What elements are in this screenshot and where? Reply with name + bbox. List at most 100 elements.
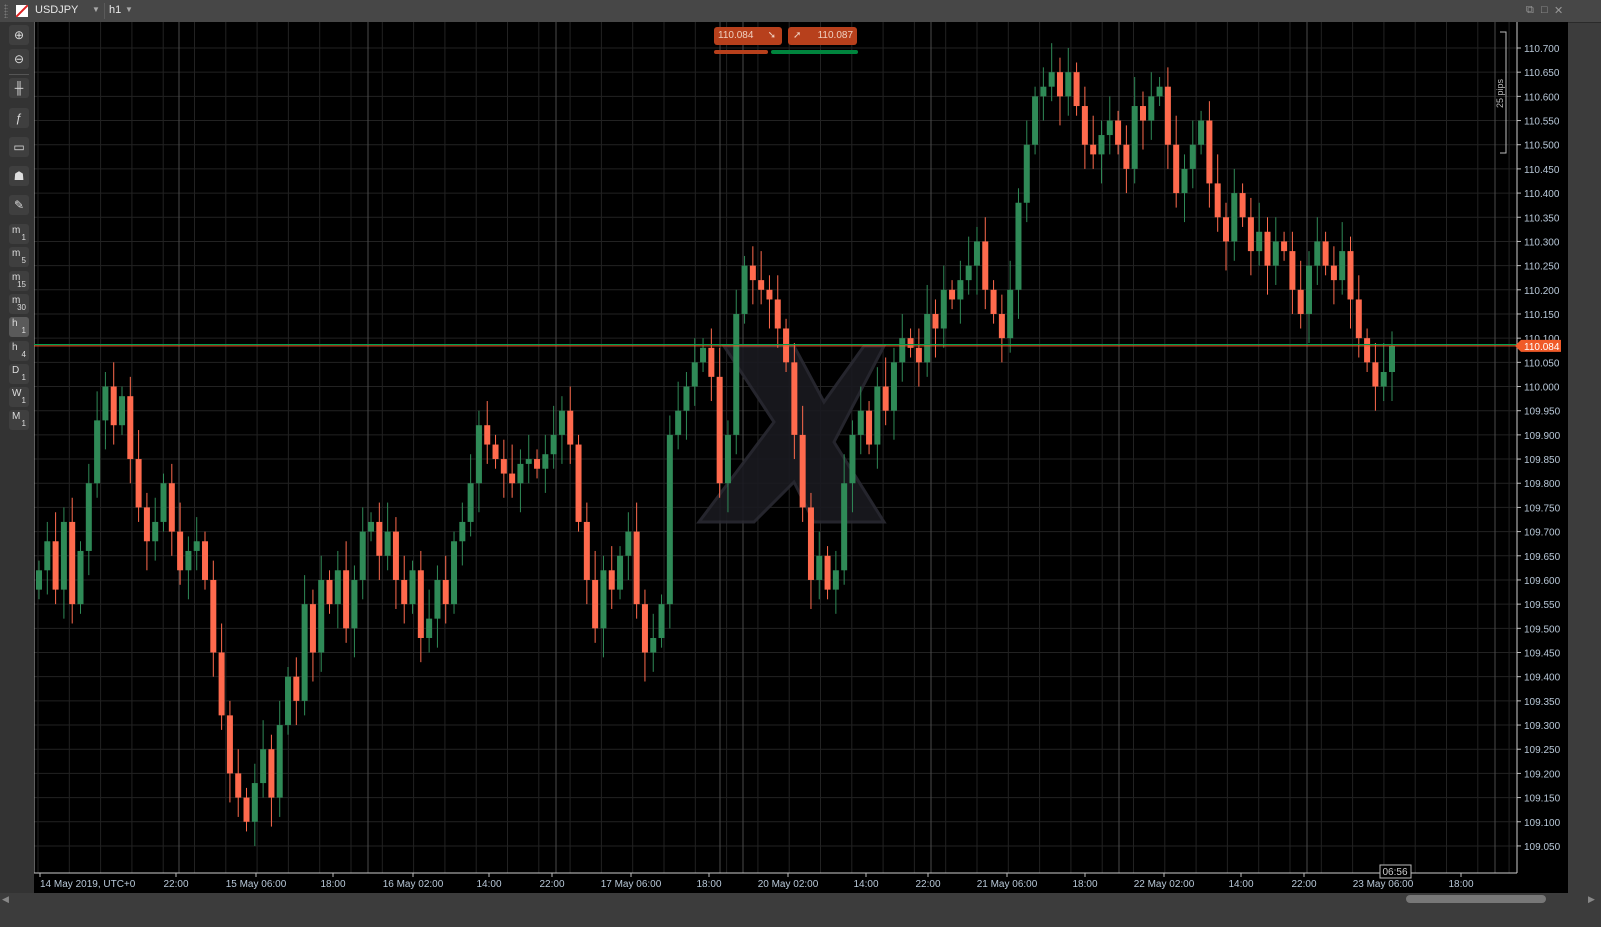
candle-body <box>1148 96 1155 121</box>
x-tick-label: 21 May 06:00 <box>977 879 1038 890</box>
y-tick-label: 110.550 <box>1524 117 1560 128</box>
scrollbar-thumb[interactable] <box>1406 895 1546 903</box>
candle-body <box>1289 251 1296 290</box>
y-tick-label: 109.500 <box>1524 624 1561 635</box>
candle-body <box>285 676 292 726</box>
candle-body <box>982 241 989 290</box>
candle-body <box>807 507 814 580</box>
chevron-down-icon[interactable]: ▼ <box>92 5 100 14</box>
chart-area[interactable]: 110.700 110.650 110.600 110.550 110.500 110.4… <box>33 22 1568 893</box>
candle-body <box>334 570 341 605</box>
candle-body <box>1156 86 1163 97</box>
x-tick-label: 16 May 02:00 <box>383 879 444 890</box>
candle-body <box>1164 86 1171 145</box>
candle-body <box>343 570 350 629</box>
candle-body <box>741 265 748 314</box>
x-tick-label: 18:00 <box>696 879 721 890</box>
zoom-in-button[interactable]: ⊕ <box>9 25 29 45</box>
candle-body <box>177 531 184 571</box>
candle-body <box>434 579 441 619</box>
y-tick-label: 109.450 <box>1524 649 1561 660</box>
timeframe-button-m30[interactable]: m 30 <box>9 293 29 314</box>
price-chart[interactable]: 110.700 110.650 110.600 110.550 110.500 110.4… <box>33 22 1568 893</box>
maximize-icon[interactable]: □ <box>1541 4 1548 16</box>
candle-body <box>442 579 449 605</box>
scroll-right-icon[interactable]: ▶ <box>1588 894 1595 905</box>
timeframe-button-h1[interactable]: h1 <box>9 317 29 338</box>
y-tick-label: 110.050 <box>1524 358 1560 369</box>
buy-button[interactable]: ➚ 110.087 <box>788 27 857 45</box>
timeframe-selector[interactable]: h1 <box>109 4 121 16</box>
timeframe-button-M1[interactable]: M1 <box>9 410 29 431</box>
candle-body <box>534 459 541 469</box>
chart-type-button[interactable]: ╫ <box>9 78 29 98</box>
candle-body <box>816 555 823 580</box>
candle-body <box>484 425 491 445</box>
templates-button[interactable]: ☗ <box>9 166 29 186</box>
x-tick-label: 14:00 <box>476 879 501 890</box>
timeframe-button-h4[interactable]: h4 <box>9 340 29 361</box>
detach-icon[interactable]: ⧉ <box>1526 4 1534 17</box>
y-tick-label: 110.700 <box>1524 44 1560 55</box>
candle-body <box>625 531 632 556</box>
y-tick-label: 109.700 <box>1524 528 1561 539</box>
y-tick-label: 109.150 <box>1524 794 1561 805</box>
candle-body <box>691 362 698 387</box>
candle-body <box>525 459 532 464</box>
timeframe-button-m5[interactable]: m5 <box>9 247 29 268</box>
candle-body <box>650 637 657 653</box>
close-icon[interactable]: ✕ <box>1554 4 1563 17</box>
indicators-button[interactable]: ƒ <box>9 108 29 128</box>
sell-price: 110.084 <box>718 30 754 41</box>
candle-body <box>500 459 507 474</box>
candle-body <box>641 604 648 653</box>
symbol-selector[interactable]: USDJPY <box>35 4 78 16</box>
sell-button[interactable]: 110.084 ➘ <box>714 27 782 45</box>
scroll-left-icon[interactable]: ◀ <box>2 894 9 905</box>
candle-body <box>716 376 723 484</box>
drag-grip-icon[interactable] <box>4 4 8 18</box>
x-tick-label: 18:00 <box>320 879 345 890</box>
scrollbar-track[interactable] <box>0 893 1601 927</box>
timeframe-button-W1[interactable]: W1 <box>9 387 29 408</box>
timeframe-button-m15[interactable]: m 15 <box>9 270 29 291</box>
candle-body <box>957 280 964 300</box>
candle-body <box>849 434 856 484</box>
candle-body <box>990 289 997 314</box>
robots-button[interactable]: ▭ <box>9 137 29 157</box>
candle-body <box>791 362 798 435</box>
candle-body <box>857 410 864 435</box>
candle-body <box>550 434 557 455</box>
candle-body <box>1198 120 1205 145</box>
zoom-out-button[interactable]: ⊖ <box>9 49 29 69</box>
candle-body <box>351 579 358 629</box>
candle-body <box>749 265 756 281</box>
y-tick-label: 110.150 <box>1524 310 1560 321</box>
candle-body <box>492 444 499 460</box>
candle-body <box>658 604 665 638</box>
candle-body <box>392 531 399 580</box>
candle-body <box>733 313 740 435</box>
timeframe-unit: m <box>12 248 21 260</box>
candle-body <box>1305 265 1312 314</box>
candle-body <box>617 555 624 590</box>
timeframe-button-m1[interactable]: m1 <box>9 224 29 244</box>
candle-body <box>451 541 458 605</box>
candle-body <box>77 550 84 605</box>
candle-body <box>932 313 939 329</box>
timeframe-unit: M <box>12 411 21 423</box>
y-tick-label: 109.850 <box>1524 455 1561 466</box>
drawing-tools-button[interactable]: ✎ <box>9 195 29 215</box>
arrow-up-left-icon: ➚ <box>793 30 802 41</box>
timeframe-button-D1[interactable]: D1 <box>9 363 29 384</box>
candle-body <box>160 483 167 522</box>
candle-body <box>226 715 233 774</box>
current-price-label: 110.084 <box>1524 342 1560 353</box>
candle-body <box>558 410 565 435</box>
y-tick-label: 109.250 <box>1524 745 1561 756</box>
chevron-down-icon[interactable]: ▼ <box>125 5 133 14</box>
candle-body <box>1048 72 1055 87</box>
candle-body <box>841 483 848 571</box>
candle-body <box>1281 241 1288 252</box>
candle-body <box>824 555 831 590</box>
